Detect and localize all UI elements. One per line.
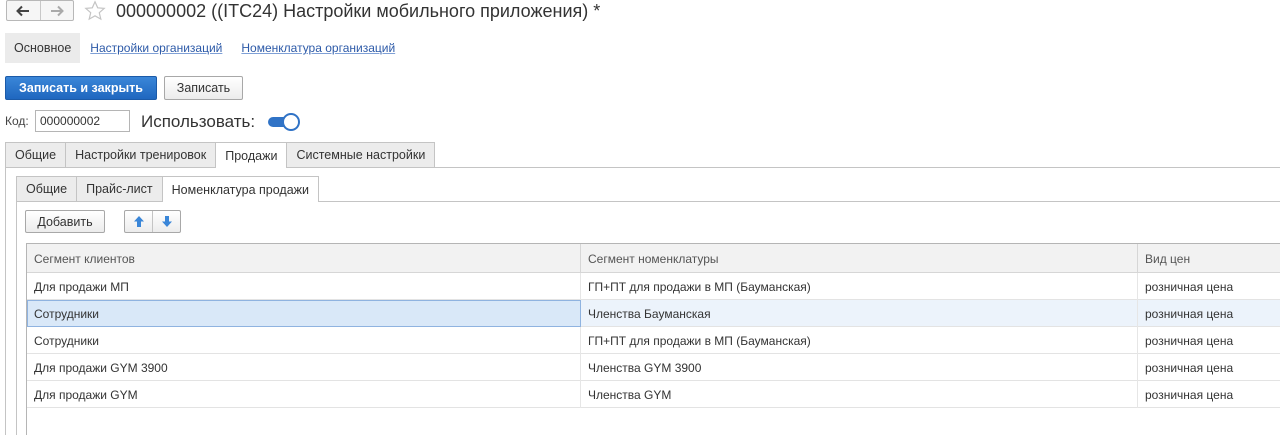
tab-sales[interactable]: Продажи xyxy=(215,142,288,168)
cell-nomenclature-segment[interactable]: ГП+ПТ для продажи в МП (Бауманская) xyxy=(581,327,1138,354)
favorite-star-icon[interactable] xyxy=(84,0,106,22)
sub-tabs: Общие Прайс-лист Номенклатура продажи xyxy=(16,176,320,202)
save-button[interactable]: Записать xyxy=(164,76,243,100)
cell-price-type[interactable]: розничная цена xyxy=(1138,381,1280,408)
nomenclature-table: Сегмент клиентов Сегмент номенклатуры Ви… xyxy=(26,243,1280,435)
history-nav xyxy=(6,0,74,21)
add-button[interactable]: Добавить xyxy=(25,210,105,233)
cell-nomenclature-segment[interactable]: Членства GYM 3900 xyxy=(581,354,1138,381)
section-link-org-nomenclature[interactable]: Номенклатура организаций xyxy=(241,41,395,55)
toggle-knob xyxy=(282,113,300,131)
back-button[interactable] xyxy=(7,1,40,20)
cell-nomenclature-segment[interactable]: Членства GYM xyxy=(581,381,1138,408)
main-panel-border xyxy=(5,167,6,435)
sub-panel-border xyxy=(16,201,17,435)
use-label: Использовать: xyxy=(141,112,256,131)
main-tabs-divider xyxy=(5,167,1280,168)
arrow-right-icon xyxy=(50,5,64,16)
subtab-general[interactable]: Общие xyxy=(16,176,78,201)
cell-nomenclature-segment[interactable]: Членства Бауманская xyxy=(581,300,1138,327)
cell-nomenclature-segment[interactable]: ГП+ПТ для продажи в МП (Бауманская) xyxy=(581,273,1138,300)
section-main[interactable]: Основное xyxy=(5,33,81,63)
cell-price-type[interactable]: розничная цена xyxy=(1138,273,1280,300)
save-and-close-button[interactable]: Записать и закрыть xyxy=(5,76,157,100)
code-label: Код: xyxy=(5,114,29,128)
main-tabs: Общие Настройки тренировок Продажи Систе… xyxy=(5,142,436,168)
column-header-price-type[interactable]: Вид цен xyxy=(1138,244,1280,273)
use-toggle[interactable] xyxy=(268,113,300,131)
cell-price-type[interactable]: розничная цена xyxy=(1138,327,1280,354)
cell-price-type[interactable]: розничная цена xyxy=(1138,300,1280,327)
table-row[interactable]: Для продажи GYM Членства GYM розничная ц… xyxy=(27,381,1280,408)
arrow-left-icon xyxy=(16,5,30,16)
table-row-selected[interactable]: Сотрудники Членства Бауманская розничная… xyxy=(27,300,1280,327)
cell-client-segment[interactable]: Для продажи GYM 3900 xyxy=(27,354,581,381)
cell-client-segment[interactable]: Для продажи МП xyxy=(27,273,581,300)
table-header: Сегмент клиентов Сегмент номенклатуры Ви… xyxy=(27,244,1280,273)
table-row[interactable]: Сотрудники ГП+ПТ для продажи в МП (Баума… xyxy=(27,327,1280,354)
subtab-price-list[interactable]: Прайс-лист xyxy=(76,176,163,201)
tab-training-settings[interactable]: Настройки тренировок xyxy=(65,142,217,167)
cell-client-segment[interactable]: Сотрудники xyxy=(27,327,581,354)
move-up-button[interactable] xyxy=(125,211,152,232)
section-link-org-settings[interactable]: Настройки организаций xyxy=(90,41,222,55)
code-field[interactable] xyxy=(35,110,130,132)
cell-client-segment[interactable]: Для продажи GYM xyxy=(27,381,581,408)
arrow-up-icon xyxy=(133,216,144,227)
tab-general[interactable]: Общие xyxy=(5,142,67,167)
arrow-down-icon xyxy=(161,216,172,227)
table-row[interactable]: Для продажи МП ГП+ПТ для продажи в МП (Б… xyxy=(27,273,1280,300)
window-title: 000000002 ((ITC24) Настройки мобильного … xyxy=(116,1,601,21)
forward-button[interactable] xyxy=(39,1,74,20)
column-header-nomenclature-segment[interactable]: Сегмент номенклатуры xyxy=(581,244,1138,273)
cell-client-segment[interactable]: Сотрудники xyxy=(27,300,581,327)
subtab-sales-nomenclature[interactable]: Номенклатура продажи xyxy=(161,176,320,202)
tab-system-settings[interactable]: Системные настройки xyxy=(286,142,436,167)
title-bar: 000000002 ((ITC24) Настройки мобильного … xyxy=(0,0,1280,26)
column-header-client-segment[interactable]: Сегмент клиентов xyxy=(27,244,581,273)
move-buttons xyxy=(124,210,181,233)
table-row[interactable]: Для продажи GYM 3900 Членства GYM 3900 р… xyxy=(27,354,1280,381)
cell-price-type[interactable]: розничная цена xyxy=(1138,354,1280,381)
move-down-button[interactable] xyxy=(152,211,180,232)
section-navigation: Основное Настройки организаций Номенклат… xyxy=(5,33,395,63)
